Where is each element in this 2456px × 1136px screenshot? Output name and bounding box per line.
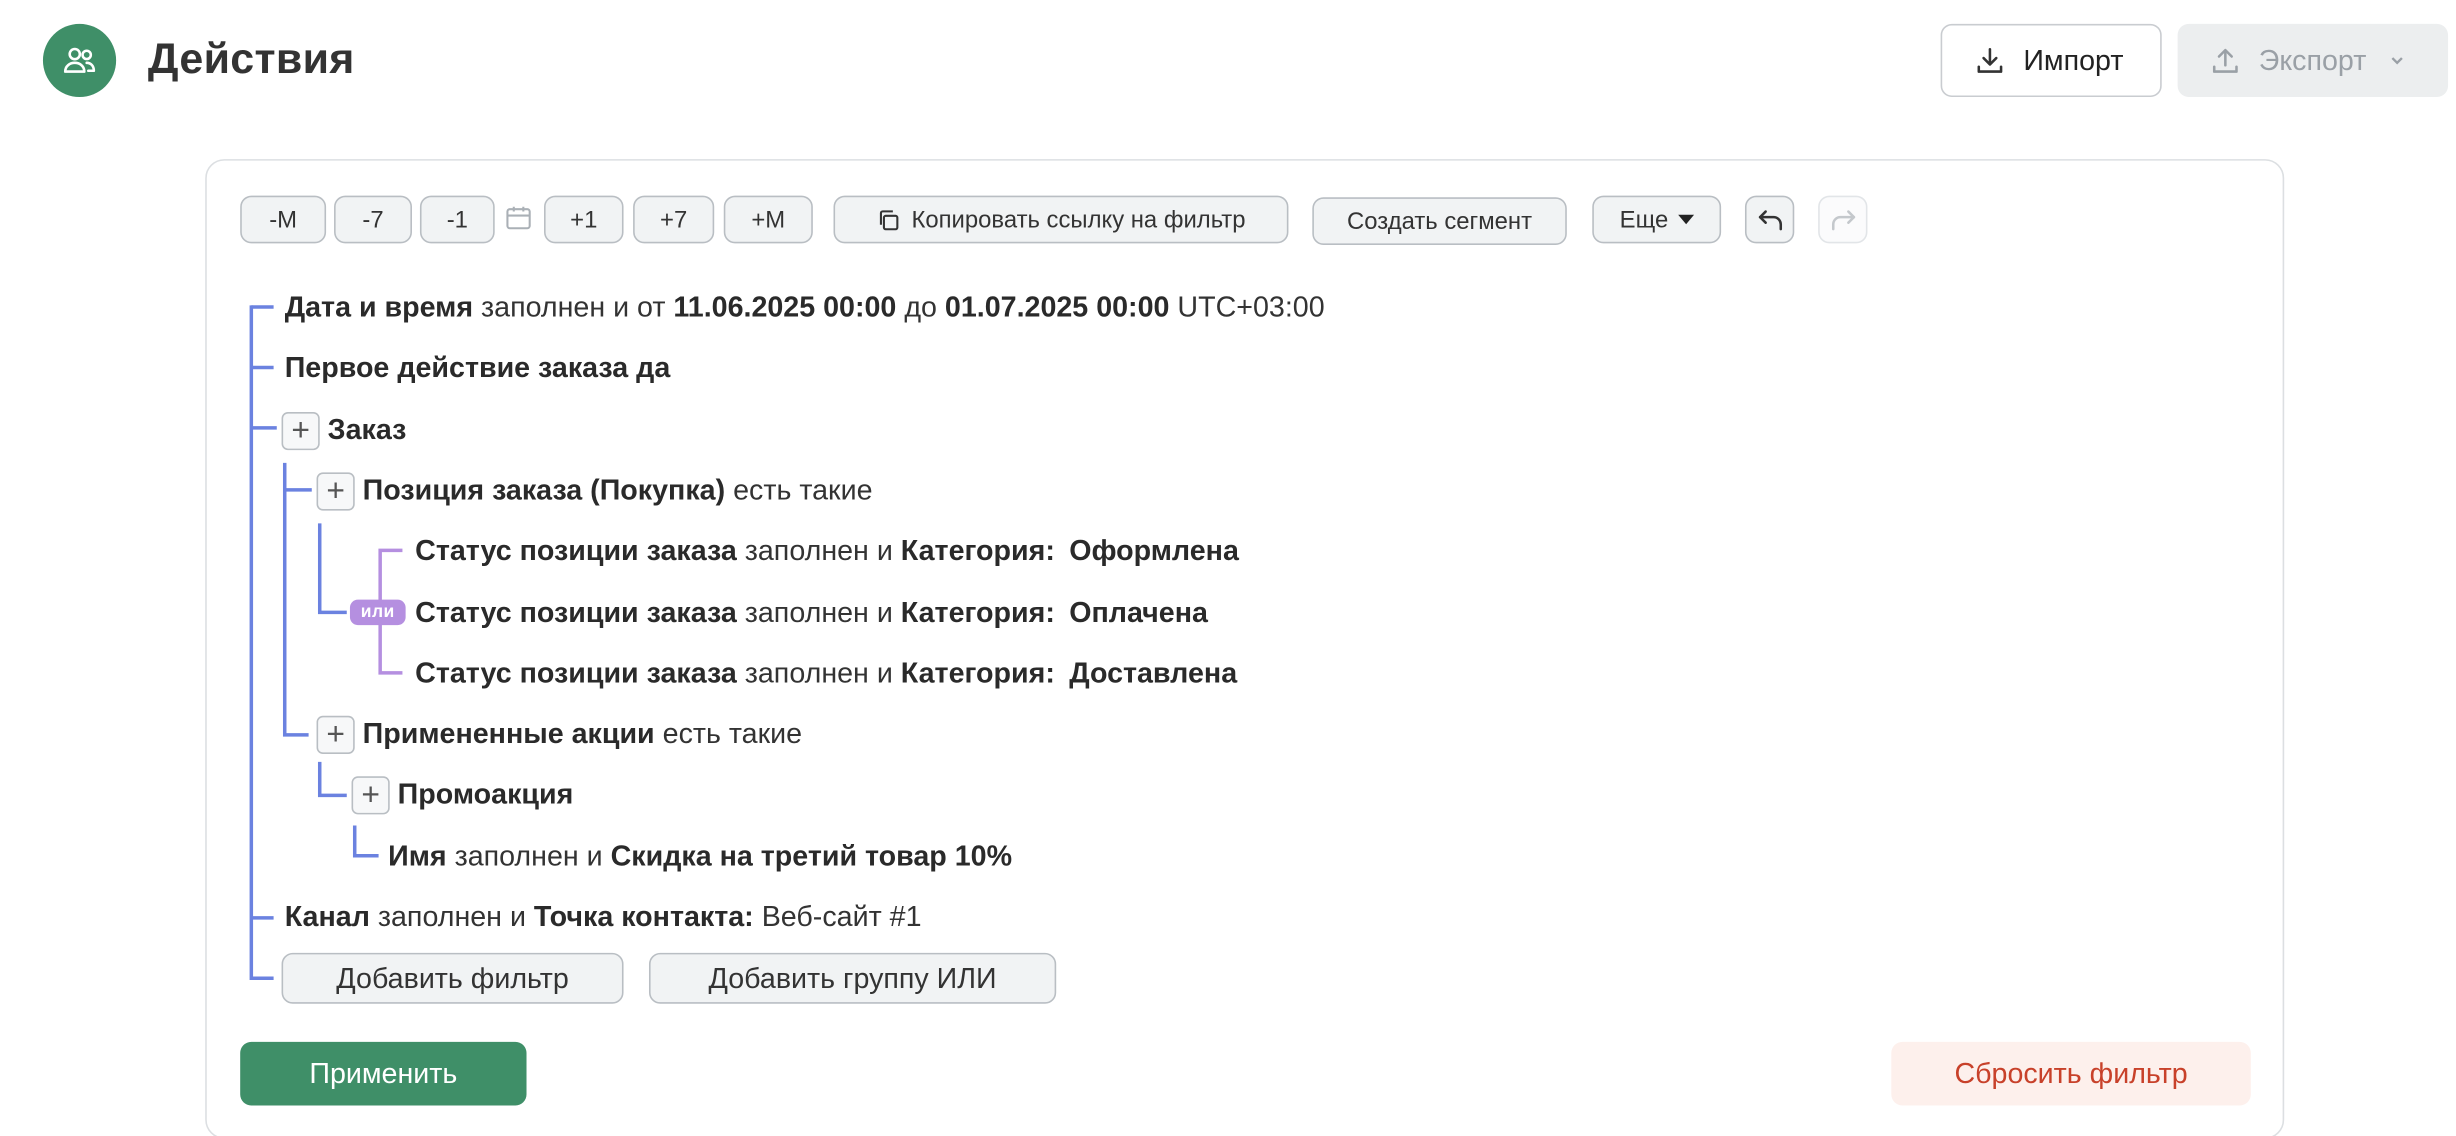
filter-promo-label: Промоакция [397,777,574,810]
redo-button[interactable] [1818,195,1868,244]
filter-applied-promos-field: Примененные акции [362,717,655,750]
filter-date-field: Дата и время [284,291,474,323]
export-label: Экспорт [2258,43,2367,76]
expand-order-icon[interactable]: + [281,411,320,451]
filter-applied-promos[interactable]: Примененные акции есть такие [363,713,802,754]
import-button[interactable]: Импорт [1940,23,2162,98]
filter-name-field: Имя [388,839,447,872]
filter-date-op: заполнен и от [481,291,666,323]
filter-date[interactable]: Дата и время заполнен и от 11.06.2025 00… [285,286,1325,327]
filter-status-row[interactable]: Статус позиции заказа заполнен и Категор… [415,530,1239,571]
status-category: Категория: [900,534,1055,567]
status-field: Статус позиции заказа [415,596,737,629]
filter-date-to: 01.07.2025 00:00 [944,291,1170,323]
import-label: Импорт [2023,43,2124,76]
or-badge: или [349,599,406,626]
filter-order[interactable]: Заказ [328,409,407,450]
filter-first-action[interactable]: Первое действие заказа да [285,347,671,388]
copy-filter-link-button[interactable]: Копировать ссылку на фильтр [833,195,1289,244]
filter-date-to-word: до [904,291,937,323]
filter-channel-category: Точка контакта: [533,900,754,933]
status-op: заполнен и [744,596,893,629]
filter-order-label: Заказ [327,413,407,446]
filter-panel: -M -7 -1 +1 +7 +M Копировать ссылку на ф… [205,159,2285,1136]
filter-first-action-label: Первое действие заказа да [284,351,671,384]
plus-month-button[interactable]: +M [723,195,813,244]
filter-applied-promos-op: есть такие [662,717,803,750]
status-value: Оплачена [1069,596,1208,629]
page-title: Действия [147,34,355,83]
export-button[interactable]: Экспорт [2177,23,2449,98]
filter-promo[interactable]: Промоакция [398,773,574,814]
plus-7-button[interactable]: +7 [633,195,715,244]
status-category: Категория: [900,596,1055,629]
calendar-icon[interactable] [504,204,533,233]
copy-filter-link-label: Копировать ссылку на фильтр [911,205,1246,234]
download-icon [1977,48,2003,73]
status-op: заполнен и [744,656,893,689]
filter-date-tz: UTC+03:00 [1177,291,1325,323]
filter-channel[interactable]: Канал заполнен и Точка контакта: Веб-сай… [285,896,922,937]
undo-button[interactable] [1744,195,1795,244]
minus-7-button[interactable]: -7 [334,195,412,244]
more-button[interactable]: Еще [1592,195,1722,244]
apply-button[interactable]: Применить [240,1041,527,1106]
filter-name[interactable]: Имя заполнен и Скидка на третий товар 10… [388,835,1012,876]
filter-status-row[interactable]: Статус позиции заказа заполнен и Категор… [415,652,1237,693]
caret-down-icon [1677,214,1694,225]
status-field: Статус позиции заказа [415,656,737,689]
more-label: Еще [1619,205,1669,234]
filter-name-op: заполнен и [454,839,603,872]
status-category: Категория: [900,656,1055,689]
status-value: Доставлена [1069,656,1238,689]
expand-promo-icon[interactable]: + [351,776,390,815]
copy-icon [879,209,899,230]
status-field: Статус позиции заказа [415,534,737,567]
redo-icon [1831,210,1855,231]
chevron-down-icon [2390,57,2403,65]
plus-1-button[interactable]: +1 [544,195,624,244]
filter-channel-op: заполнен и [377,900,526,933]
create-segment-button[interactable]: Создать сегмент [1312,197,1567,245]
status-op: заполнен и [744,534,893,567]
filter-status-row[interactable]: Статус позиции заказа заполнен и Категор… [415,592,1208,633]
filter-date-from: 11.06.2025 00:00 [673,291,897,323]
minus-month-button[interactable]: -M [240,195,327,244]
filter-order-item[interactable]: Позиция заказа (Покупка) есть такие [363,469,873,510]
filter-channel-value: Веб-сайт #1 [761,900,922,933]
expand-applied-promos-icon[interactable]: + [316,715,355,754]
expand-order-item-icon[interactable]: + [316,472,355,511]
reset-filter-button[interactable]: Сбросить фильтр [1891,1041,2251,1106]
filter-order-item-field: Позиция заказа (Покупка) [362,474,726,506]
minus-1-button[interactable]: -1 [419,195,495,244]
add-or-group-button[interactable]: Добавить группу ИЛИ [648,952,1057,1004]
upload-icon [2212,48,2238,73]
undo-icon [1758,210,1782,231]
filter-name-value: Скидка на третий товар 10% [610,839,1013,872]
filter-order-item-op: есть такие [733,474,873,506]
add-filter-button[interactable]: Добавить фильтр [281,952,624,1004]
filter-channel-field: Канал [284,900,370,933]
status-value: Оформлена [1069,534,1239,567]
users-icon [42,23,117,98]
